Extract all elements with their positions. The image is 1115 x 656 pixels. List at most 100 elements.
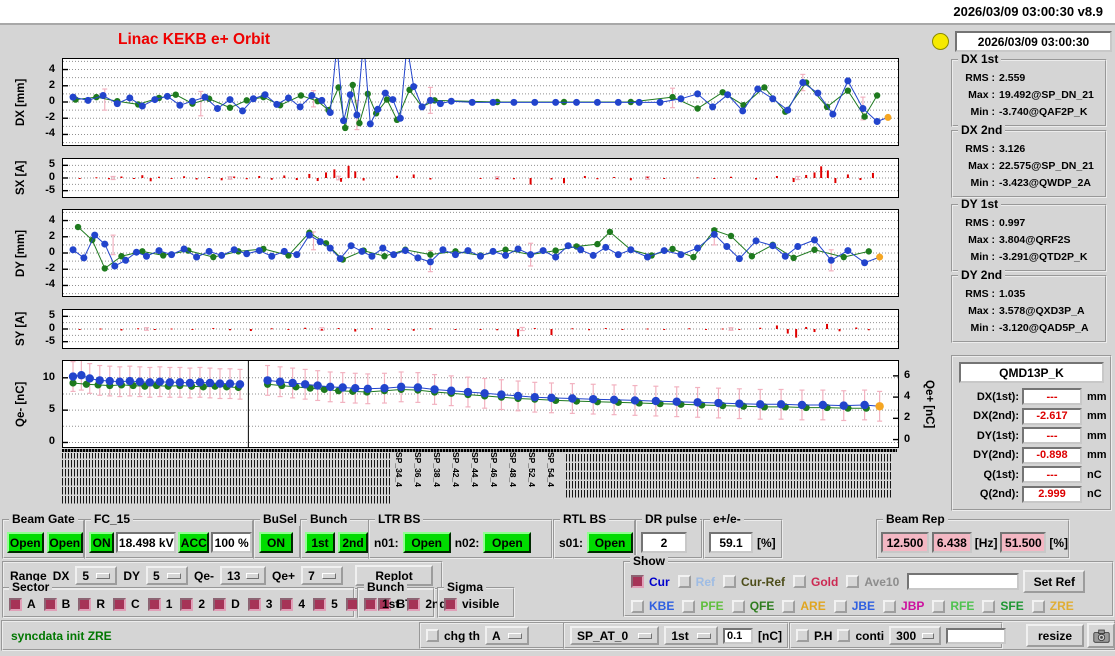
show-checkbox-ave10[interactable] <box>846 575 860 588</box>
beam-rep-hz-label: [Hz] <box>974 535 998 550</box>
sector-checkbox-2[interactable] <box>180 597 194 611</box>
y-tick-label: -2 <box>45 262 55 275</box>
y-tick-label: -4 <box>45 127 55 140</box>
readout-unit: mm <box>1087 410 1107 423</box>
bunch-checkbox-1st[interactable] <box>364 597 377 611</box>
show-sector-checkbox-qfe[interactable] <box>731 599 745 613</box>
bunch-checkbox-2nd[interactable] <box>407 597 421 611</box>
show-sector-checkbox-zre[interactable] <box>1031 599 1045 613</box>
threshold-input[interactable] <box>723 627 753 644</box>
ltr-n01-open-button[interactable]: Open <box>402 532 451 553</box>
stats-row: RMS :0.997 <box>965 217 1026 229</box>
sp-bunch-select[interactable]: 1st <box>664 626 718 645</box>
dy-orbit-plot[interactable] <box>62 209 899 297</box>
extra-input[interactable] <box>946 627 1007 644</box>
range-qe-minus-select[interactable]: 13 <box>220 566 267 585</box>
sy-steering-plot[interactable] <box>62 309 899 349</box>
charge-plot[interactable] <box>62 360 899 448</box>
resize-button[interactable]: resize <box>1026 624 1084 647</box>
busel-title: BuSel <box>260 513 301 526</box>
stats-row: Max :19.492@SP_DN_21 <box>968 89 1094 101</box>
timestamp-display: 2026/03/09 03:00:30 <box>955 31 1112 52</box>
stats-row: RMS :2.559 <box>965 72 1026 84</box>
busel-on-button[interactable]: ON <box>259 532 293 553</box>
bpm-x-label: SP_42_4 <box>451 452 461 487</box>
range-dx-select[interactable]: 5 <box>75 566 118 585</box>
range-dy-label: DY <box>123 568 141 583</box>
sigma-checkbox-visible[interactable] <box>444 597 457 611</box>
plot-canvas-dy <box>63 211 898 295</box>
show-sector-label: RFE <box>950 599 975 613</box>
ph-conti-group: P.H conti 300 <box>789 622 1007 649</box>
readout-value: --- <box>1022 427 1082 445</box>
sector-checkbox-r[interactable] <box>78 597 92 611</box>
show-sector-checkbox-pfe[interactable] <box>682 599 696 613</box>
show-group: Show Cur Ref Cur-Ref Gold Ave10 Set Ref KBE P… <box>623 555 1114 617</box>
sp-bpm-select[interactable]: SP_AT_0 <box>570 626 660 645</box>
sector-checkbox-4[interactable] <box>280 597 294 611</box>
option-menu-dash-icon <box>96 572 111 579</box>
readout-unit: nC <box>1087 468 1102 481</box>
bunch-2nd-button[interactable]: 2nd <box>338 532 368 553</box>
range-dy-select[interactable]: 5 <box>146 566 189 585</box>
sector-checkbox-5[interactable] <box>313 597 327 611</box>
show-sector-checkbox-are[interactable] <box>782 599 796 613</box>
bpm-readout-rows: DX(1st): --- mm DX(2nd): -2.617 mm DY(1st): ---… <box>953 387 1110 504</box>
show-label: Ave10 <box>864 574 900 589</box>
option-menu-dash-icon <box>246 572 260 579</box>
stats-row: Min : -3.423@QWDP_2A <box>970 177 1091 189</box>
sector-checkbox-a[interactable] <box>9 597 22 611</box>
dx-orbit-plot[interactable] <box>62 58 899 146</box>
show-checkbox-gold[interactable] <box>793 575 807 588</box>
plot-canvas-qe <box>63 361 898 447</box>
plot-block-sy: SY [A] 5 0 -5 <box>0 309 1115 349</box>
stats-panel-title: DY 2nd <box>958 269 1006 282</box>
ph-checkbox[interactable] <box>796 629 809 642</box>
snapshot-button[interactable] <box>1087 623 1115 648</box>
show-checkbox-ref[interactable] <box>677 575 691 588</box>
bunch-label: 1st <box>382 597 400 611</box>
ltr-n02-open-button[interactable]: Open <box>483 532 532 553</box>
bpm-x-label: SP_48_4 <box>508 452 518 487</box>
show-checkbox-cur[interactable] <box>631 575 644 588</box>
show-sector-checkbox-sfe[interactable] <box>982 599 996 613</box>
y-tick-label: 4 <box>48 213 55 226</box>
fc15-acc-button[interactable]: ACC <box>178 532 210 553</box>
ph-label: P.H <box>814 628 833 643</box>
sector-checkbox-c[interactable] <box>113 597 127 611</box>
bpm-x-label: SP_54_4 <box>546 452 556 487</box>
sx-steering-plot[interactable] <box>62 158 899 198</box>
sector-checkbox-d[interactable] <box>213 597 227 611</box>
show-label: Ref <box>695 574 716 589</box>
show-sector-checkbox-rfe[interactable] <box>932 599 946 613</box>
show-item: Ref <box>677 574 716 589</box>
rtl-s01-label: s01: <box>559 535 584 550</box>
set-ref-button[interactable]: Set Ref <box>1023 570 1086 593</box>
conti-checkbox[interactable] <box>837 629 851 642</box>
sector-checkbox-3[interactable] <box>247 597 261 611</box>
beam-gate-1-button[interactable]: Open <box>7 532 44 553</box>
fc15-on-button[interactable]: ON <box>89 532 115 553</box>
sector-label: R <box>96 597 106 611</box>
sector-checkbox-b[interactable] <box>43 597 57 611</box>
chg-th-select[interactable]: A <box>485 626 529 645</box>
show-checkbox-cur-ref[interactable] <box>723 575 737 588</box>
bunch-1st-button[interactable]: 1st <box>305 532 335 553</box>
readout-unit: mm <box>1087 390 1107 403</box>
rtl-s01-open-button[interactable]: Open <box>587 532 634 553</box>
points-select[interactable]: 300 <box>889 626 942 645</box>
show-sector-checkbox-kbe[interactable] <box>631 599 644 613</box>
bpm-readout-row: DY(1st): --- mm <box>953 426 1110 446</box>
sector-item: 2 <box>180 597 205 611</box>
ref-file-input[interactable] <box>907 573 1020 590</box>
bpm-readout-row: Q(1st): --- nC <box>953 465 1110 485</box>
show-sector-checkbox-jbp[interactable] <box>883 599 897 613</box>
show-sector-checkbox-jbe[interactable] <box>833 599 847 613</box>
y-tick-label: -4 <box>45 278 55 291</box>
sector-checkbox-1[interactable] <box>147 597 161 611</box>
range-qe-plus-select[interactable]: 7 <box>301 566 344 585</box>
beam-gate-2-button[interactable]: Open <box>46 532 83 553</box>
chg-th-checkbox[interactable] <box>426 629 439 642</box>
sector-item: 5 <box>313 597 338 611</box>
ep-em-unit: [%] <box>757 535 776 550</box>
